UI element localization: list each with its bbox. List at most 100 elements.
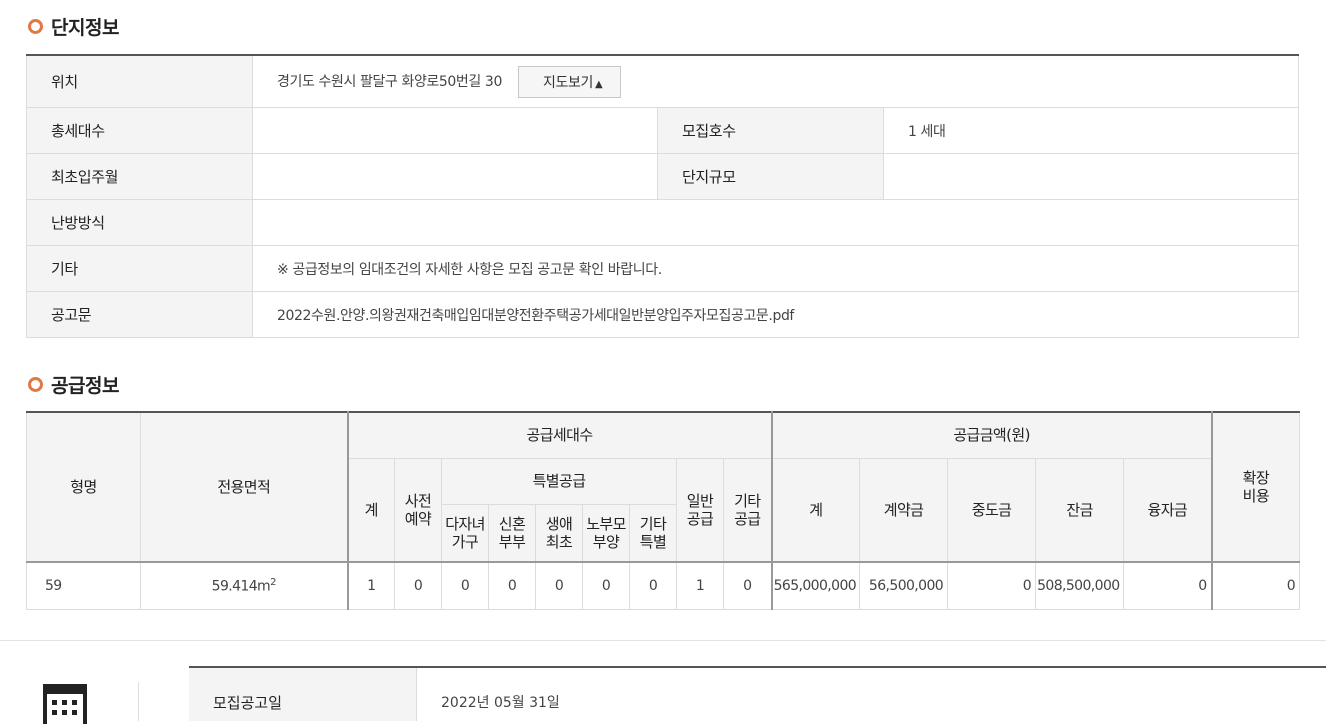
general-supply-header: 일반공급 bbox=[677, 458, 724, 562]
supply-price-header: 공급금액(원) bbox=[772, 412, 1212, 458]
extension-header-line2: 비용 bbox=[1243, 487, 1269, 505]
other-special-cell: 0 bbox=[630, 562, 677, 610]
area-unit-superscript: 2 bbox=[270, 577, 276, 588]
pre-reservation-cell: 0 bbox=[395, 562, 442, 610]
loan-cell: 0 bbox=[1124, 562, 1212, 610]
other-supply-header: 기타공급 bbox=[724, 458, 772, 562]
bullet-circle-icon bbox=[28, 377, 43, 392]
contract-cell: 56,500,000 bbox=[860, 562, 948, 610]
balance-cell: 508,500,000 bbox=[1036, 562, 1124, 610]
newlywed-cell: 0 bbox=[489, 562, 536, 610]
schedule-separator bbox=[138, 682, 139, 721]
pre-reservation-line2: 예약 bbox=[405, 510, 431, 528]
newlywed-header: 신혼부부 bbox=[489, 504, 536, 562]
elderly-line2: 부양 bbox=[593, 533, 619, 551]
other-special-header: 기타특별 bbox=[630, 504, 677, 562]
notice-file-cell: 2022수원.안양.의왕권재건축매입임대분양전환주택공가세대일반분양입주자모집공… bbox=[253, 292, 1299, 338]
total-households-label: 총세대수 bbox=[27, 108, 253, 154]
schedule-table-wrapper: 모집공고일 2022년 05월 31일 bbox=[189, 666, 1326, 721]
recruit-units-label: 모집호수 bbox=[658, 108, 884, 154]
first-movein-value bbox=[253, 154, 658, 200]
other-value: ※ 공급정보의 임대조건의 자세한 사항은 모집 공고문 확인 바랍니다. bbox=[253, 246, 1299, 292]
loan-header: 융자금 bbox=[1124, 458, 1212, 562]
supply-info-title-text: 공급정보 bbox=[51, 371, 119, 398]
type-header: 형명 bbox=[27, 412, 141, 562]
multi-child-line1: 다자녀 bbox=[445, 515, 485, 533]
first-movein-label: 최초입주월 bbox=[27, 154, 253, 200]
location-value: 경기도 수원시 팔달구 화양로50번길 30 bbox=[277, 74, 502, 90]
supply-units-header: 공급세대수 bbox=[348, 412, 772, 458]
other-label: 기타 bbox=[27, 246, 253, 292]
first-life-line2: 최초 bbox=[546, 533, 572, 551]
newlywed-line1: 신혼 bbox=[499, 515, 525, 533]
general-line2: 공급 bbox=[687, 510, 713, 528]
notice-row: 공고문 2022수원.안양.의왕권재건축매입임대분양전환주택공가세대일반분양입주… bbox=[27, 292, 1299, 338]
first-life-line1: 생애 bbox=[546, 515, 572, 533]
first-life-header: 생애최초 bbox=[536, 504, 583, 562]
map-view-label: 지도보기 bbox=[543, 75, 593, 91]
location-row: 위치 경기도 수원시 팔달구 화양로50번길 30 지도보기▲ bbox=[27, 55, 1299, 108]
balance-header: 잔금 bbox=[1036, 458, 1124, 562]
newlywed-line2: 부부 bbox=[499, 533, 525, 551]
price-total-header: 계 bbox=[772, 458, 860, 562]
complex-scale-value bbox=[884, 154, 1299, 200]
elderly-header: 노부모부양 bbox=[583, 504, 630, 562]
other-special-line1: 기타 bbox=[640, 515, 666, 533]
location-cell: 경기도 수원시 팔달구 화양로50번길 30 지도보기▲ bbox=[253, 55, 1299, 108]
price-total-cell: 565,000,000 bbox=[772, 562, 860, 610]
area-header: 전용면적 bbox=[141, 412, 348, 562]
middle-payment-header: 중도금 bbox=[948, 458, 1036, 562]
calendar-icon bbox=[43, 684, 87, 724]
general-supply-cell: 1 bbox=[677, 562, 724, 610]
caret-up-icon: ▲ bbox=[595, 79, 602, 90]
recruit-units-value: 1 세대 bbox=[884, 108, 1299, 154]
extension-header-line1: 확장 bbox=[1243, 469, 1269, 487]
general-line1: 일반 bbox=[687, 492, 713, 510]
type-cell: 59 bbox=[27, 562, 141, 610]
complex-info-title-text: 단지정보 bbox=[51, 13, 119, 40]
supply-info-table: 형명 전용면적 공급세대수 공급금액(원) 확장비용 계 사전예약 특별공급 일… bbox=[26, 411, 1300, 610]
middle-payment-cell: 0 bbox=[948, 562, 1036, 610]
units-total-cell: 1 bbox=[348, 562, 395, 610]
notice-date-value: 2022년 05월 31일 bbox=[417, 667, 1326, 721]
bullet-circle-icon bbox=[28, 19, 43, 34]
movein-row: 최초입주월 단지규모 bbox=[27, 154, 1299, 200]
heating-label: 난방방식 bbox=[27, 200, 253, 246]
first-life-cell: 0 bbox=[536, 562, 583, 610]
map-view-button[interactable]: 지도보기▲ bbox=[518, 66, 621, 98]
other-special-line2: 특별 bbox=[640, 533, 666, 551]
pre-reservation-line1: 사전 bbox=[405, 492, 431, 510]
other-row: 기타 ※ 공급정보의 임대조건의 자세한 사항은 모집 공고문 확인 바랍니다. bbox=[27, 246, 1299, 292]
notice-file-link[interactable]: 2022수원.안양.의왕권재건축매입임대분양전환주택공가세대일반분양입주자모집공… bbox=[277, 308, 794, 324]
elderly-line1: 노부모 bbox=[586, 515, 626, 533]
complex-info-title: 단지정보 bbox=[28, 13, 119, 40]
area-value: 59.414m bbox=[212, 579, 270, 595]
complex-scale-label: 단지규모 bbox=[658, 154, 884, 200]
multi-child-line2: 가구 bbox=[452, 533, 478, 551]
other-supply-line2: 공급 bbox=[734, 510, 760, 528]
units-total-header: 계 bbox=[348, 458, 395, 562]
households-row: 총세대수 모집호수 1 세대 bbox=[27, 108, 1299, 154]
notice-label: 공고문 bbox=[27, 292, 253, 338]
pre-reservation-header: 사전예약 bbox=[395, 458, 442, 562]
total-households-value bbox=[253, 108, 658, 154]
extension-header: 확장비용 bbox=[1212, 412, 1300, 562]
contract-header: 계약금 bbox=[860, 458, 948, 562]
heating-value bbox=[253, 200, 1299, 246]
complex-info-table: 위치 경기도 수원시 팔달구 화양로50번길 30 지도보기▲ 총세대수 모집호… bbox=[26, 54, 1299, 338]
schedule-table: 모집공고일 2022년 05월 31일 bbox=[189, 666, 1326, 721]
table-row: 59 59.414m2 1 0 0 0 0 0 0 1 0 565,000,00… bbox=[27, 562, 1300, 610]
special-supply-header: 특별공급 bbox=[442, 458, 677, 504]
section-divider bbox=[0, 640, 1326, 641]
other-supply-cell: 0 bbox=[724, 562, 772, 610]
area-cell: 59.414m2 bbox=[141, 562, 348, 610]
heating-row: 난방방식 bbox=[27, 200, 1299, 246]
notice-date-row: 모집공고일 2022년 05월 31일 bbox=[189, 667, 1326, 721]
multi-child-header: 다자녀가구 bbox=[442, 504, 489, 562]
multi-child-cell: 0 bbox=[442, 562, 489, 610]
supply-info-title: 공급정보 bbox=[28, 371, 119, 398]
elderly-cell: 0 bbox=[583, 562, 630, 610]
notice-date-label: 모집공고일 bbox=[189, 667, 417, 721]
supply-header-row-1: 형명 전용면적 공급세대수 공급금액(원) 확장비용 bbox=[27, 412, 1300, 458]
extension-cell: 0 bbox=[1212, 562, 1300, 610]
